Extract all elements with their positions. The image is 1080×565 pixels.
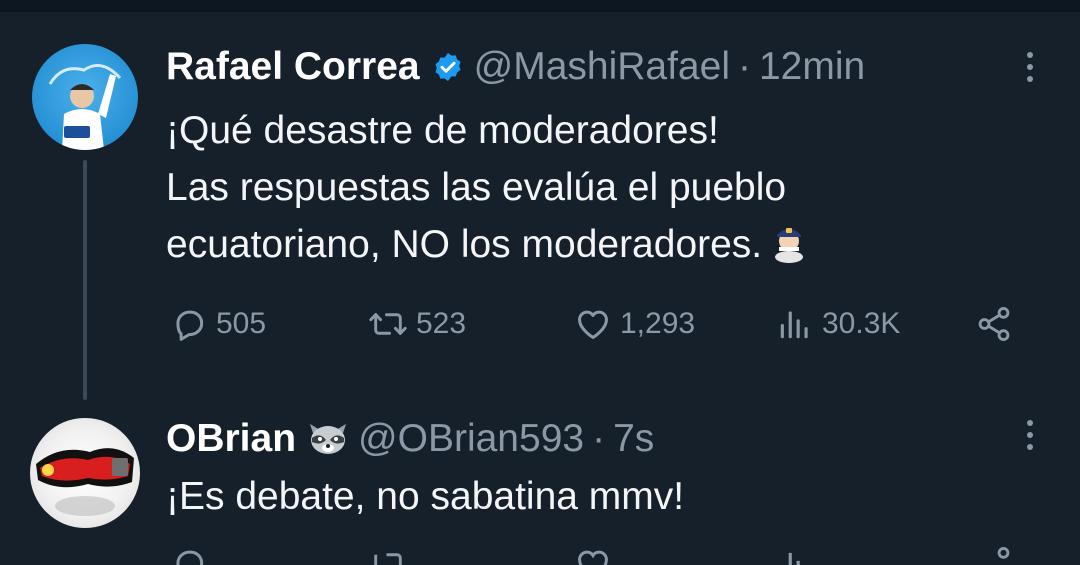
reply-icon bbox=[176, 310, 204, 341]
more-options-icon[interactable] bbox=[1026, 420, 1034, 450]
author-name[interactable]: OBrian bbox=[166, 419, 296, 458]
share-icon[interactable] bbox=[974, 545, 1014, 565]
verified-badge-icon bbox=[432, 51, 464, 83]
tweet-line: ¡Qué desastre de moderadores! bbox=[166, 109, 719, 152]
retweet-icon[interactable] bbox=[368, 545, 408, 565]
raccoon-icon bbox=[306, 418, 350, 458]
top-status-bar bbox=[0, 0, 1080, 12]
heart-icon bbox=[578, 310, 608, 339]
tweet-line: ¡Es debate, no sabatina mmv! bbox=[166, 475, 685, 518]
author-handle[interactable]: @MashiRafael bbox=[474, 47, 730, 86]
view-count: 30.3K bbox=[822, 307, 901, 340]
rafael-avatar-icon bbox=[48, 64, 122, 150]
author-name[interactable]: Rafael Correa bbox=[166, 47, 420, 86]
tweet-actions-bar: 505 523 1,293 30.3K bbox=[170, 305, 1030, 345]
man-police-emoji-icon bbox=[766, 217, 812, 279]
reply-icon[interactable] bbox=[170, 545, 208, 565]
tweet-line-last: ecuatoriano, NO los moderadores. bbox=[166, 216, 812, 279]
avatar[interactable] bbox=[30, 418, 140, 528]
tweet-header: Rafael Correa @MashiRafael · 12min bbox=[166, 47, 865, 86]
reply-count: 505 bbox=[216, 307, 267, 340]
separator-dot: · bbox=[592, 416, 606, 460]
heart-icon[interactable] bbox=[574, 545, 612, 565]
share-icon bbox=[978, 307, 1010, 341]
like-count: 1,293 bbox=[620, 307, 696, 340]
tweet-body: ¡Es debate, no sabatina mmv! bbox=[166, 468, 684, 525]
avatar[interactable] bbox=[32, 44, 138, 150]
share-button[interactable] bbox=[974, 305, 1022, 343]
thread-connector-line bbox=[83, 160, 87, 400]
views-chart-icon[interactable] bbox=[776, 545, 814, 565]
reply-button[interactable]: 505 bbox=[170, 305, 266, 343]
tweet-line: ecuatoriano, NO los moderadores. bbox=[166, 223, 763, 266]
views-chart-icon bbox=[780, 311, 808, 339]
tweet-timestamp[interactable]: 12min bbox=[759, 47, 865, 86]
tweet-actions-bar bbox=[170, 545, 1030, 565]
retweet-icon bbox=[369, 313, 407, 335]
more-options-icon[interactable] bbox=[1026, 52, 1034, 82]
obrian-avatar-icon bbox=[36, 448, 134, 516]
tweet-timestamp[interactable]: 7s bbox=[613, 419, 654, 458]
retweet-count: 523 bbox=[416, 307, 467, 340]
separator-dot: · bbox=[737, 45, 751, 88]
tweet-body: ¡Qué desastre de moderadores! Las respue… bbox=[166, 102, 812, 279]
author-handle[interactable]: @OBrian593 bbox=[358, 419, 584, 458]
tweet-line: Las respuestas las evalúa el pueblo bbox=[166, 166, 787, 209]
tweet-header: OBrian @OBrian593 · 7s bbox=[166, 418, 654, 458]
views-button[interactable]: 30.3K bbox=[776, 305, 900, 343]
retweet-button[interactable]: 523 bbox=[368, 305, 466, 343]
like-button[interactable]: 1,293 bbox=[574, 305, 695, 343]
